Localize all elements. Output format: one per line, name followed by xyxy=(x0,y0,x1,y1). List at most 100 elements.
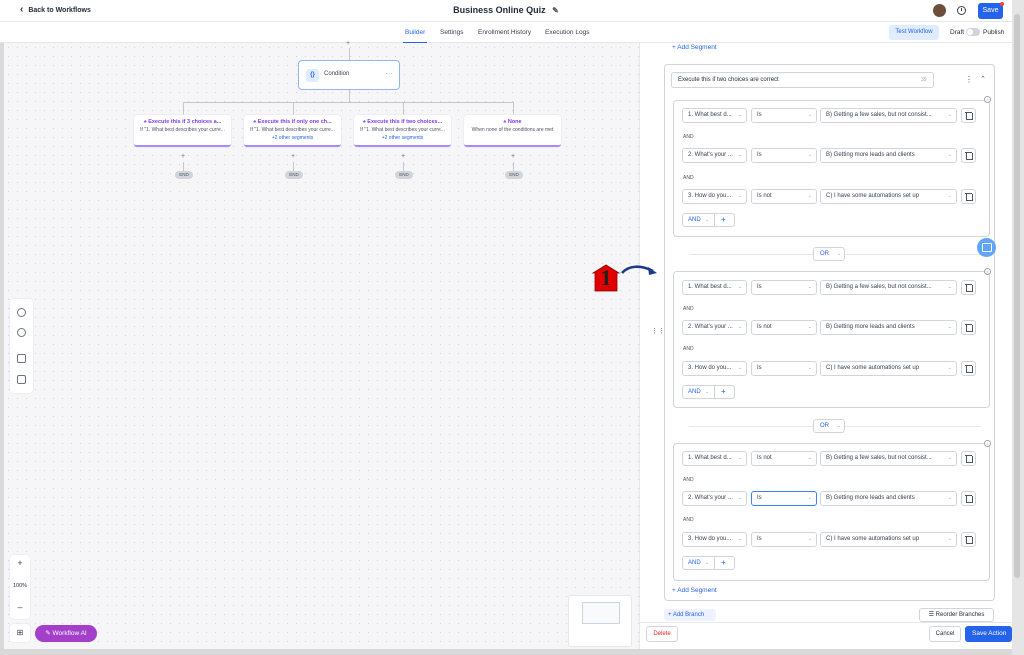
cancel-button[interactable]: Cancel xyxy=(929,626,961,642)
branch-node-title: None xyxy=(507,119,522,125)
add-condition-group[interactable]: AND ⌄ + xyxy=(682,556,735,570)
test-workflow-button[interactable]: Test Workflow xyxy=(889,25,939,40)
operator-select[interactable]: Is ⌄ xyxy=(751,532,817,547)
operator-select[interactable]: Is ⌄ xyxy=(751,148,817,163)
branch-node[interactable]: ♠ None When none of the conditions are m… xyxy=(464,115,561,147)
pencil-icon[interactable]: ✎ xyxy=(552,6,559,15)
add-step-plus-icon[interactable]: + xyxy=(346,40,350,47)
connector-line xyxy=(349,48,350,60)
workflow-title[interactable]: Business Online Quiz ✎ xyxy=(0,5,1012,15)
operator-select[interactable]: Is ⌄ xyxy=(751,491,817,506)
add-condition-group[interactable]: AND ⌄ + xyxy=(682,213,735,227)
branch-node[interactable]: ♠ Execute this if two choices... If "1. … xyxy=(354,115,451,147)
question-select[interactable]: 2. What's your ... ⌄ xyxy=(682,491,747,506)
trash-icon[interactable] xyxy=(961,320,976,335)
add-step-plus-icon[interactable]: + xyxy=(401,153,405,160)
add-branch-button[interactable]: + Add Branch xyxy=(664,609,716,621)
add-step-plus-icon[interactable]: + xyxy=(511,153,515,160)
operator-select[interactable]: Is not ⌄ xyxy=(751,451,817,466)
avatar[interactable] xyxy=(933,4,946,17)
operator-select[interactable]: Is ⌄ xyxy=(751,280,817,295)
remove-segment-icon[interactable]: × xyxy=(984,96,991,103)
end-pill: END xyxy=(505,171,523,179)
answer-select[interactable]: B) Getting a few sales, but not consist.… xyxy=(820,108,957,123)
comment-icon[interactable] xyxy=(17,354,26,363)
check-circle-icon[interactable] xyxy=(17,308,26,317)
and-dropdown-label[interactable]: AND xyxy=(688,560,701,566)
sticky-note-icon[interactable] xyxy=(17,375,26,384)
save-action-button[interactable]: Save Action xyxy=(965,626,1012,642)
trash-icon[interactable] xyxy=(961,532,976,547)
question-select[interactable]: 2. What's your ... ⌄ xyxy=(682,320,747,335)
delete-button[interactable]: Delete xyxy=(646,626,678,642)
add-condition-group[interactable]: AND ⌄ + xyxy=(682,385,735,399)
drag-handle-icon[interactable]: ⋮⋮ xyxy=(651,327,665,335)
fit-view-grid-icon[interactable]: ⊞ xyxy=(10,624,30,642)
workflow-ai-button[interactable]: ✎ Workflow AI xyxy=(35,625,97,642)
trash-icon[interactable] xyxy=(961,148,976,163)
answer-select[interactable]: B) Getting more leads and clients ⌄ xyxy=(820,491,957,506)
answer-select[interactable]: B) Getting a few sales, but not consist.… xyxy=(820,451,957,466)
question-select[interactable]: 1. What best d... ⌄ xyxy=(682,280,747,295)
operator-select[interactable]: Is ⌄ xyxy=(751,361,817,376)
save-button[interactable]: Save xyxy=(978,3,1003,19)
trash-icon[interactable] xyxy=(961,451,976,466)
branch-node[interactable]: ♠ Execute this if only one ch... If "1. … xyxy=(244,115,341,147)
remove-segment-icon[interactable]: × xyxy=(984,268,991,275)
answer-select[interactable]: B) Getting more leads and clients ⌄ xyxy=(820,320,957,335)
add-segment-link[interactable]: + Add Segment xyxy=(672,44,717,51)
branch-node-title: Execute this if two choices... xyxy=(367,119,443,125)
add-condition-plus-icon[interactable]: + xyxy=(721,387,726,396)
scrollbar-thumb[interactable] xyxy=(1014,14,1020,578)
history-clock-icon[interactable] xyxy=(957,6,966,15)
answer-select[interactable]: C) I have some automations set up ⌄ xyxy=(820,532,957,547)
minimap[interactable] xyxy=(568,595,632,647)
node-menu-dots-icon[interactable]: ··· xyxy=(385,69,393,78)
trash-icon[interactable] xyxy=(961,280,976,295)
kebab-menu-icon[interactable]: ⋮ xyxy=(965,75,973,84)
zoom-in-button[interactable]: + xyxy=(10,558,30,568)
and-dropdown-label[interactable]: AND xyxy=(688,389,701,395)
reorder-branches-button[interactable]: ☰ Reorder Branches xyxy=(919,608,994,622)
answer-select[interactable]: C) I have some automations set up ⌄ xyxy=(820,361,957,376)
tab-builder[interactable]: Builder xyxy=(402,29,428,44)
answer-select[interactable]: B) Getting more leads and clients ⌄ xyxy=(820,148,957,163)
and-dropdown-label[interactable]: AND xyxy=(688,217,701,223)
tab-execution-logs[interactable]: Execution Logs xyxy=(545,29,589,36)
add-condition-plus-icon[interactable]: + xyxy=(721,558,726,567)
or-connector-select[interactable]: OR ⌄ xyxy=(813,247,845,261)
operator-select[interactable]: Is ⌄ xyxy=(751,108,817,123)
trash-icon[interactable] xyxy=(961,361,976,376)
add-step-plus-icon[interactable]: + xyxy=(291,153,295,160)
question-select[interactable]: 3. How do you... ⌄ xyxy=(682,361,747,376)
trash-icon[interactable] xyxy=(961,491,976,506)
add-condition-plus-icon[interactable]: + xyxy=(721,215,726,224)
question-select[interactable]: 1. What best d... ⌄ xyxy=(682,451,747,466)
tab-enrollment-history[interactable]: Enrollment History xyxy=(478,29,531,36)
answer-select[interactable]: B) Getting a few sales, but not consist.… xyxy=(820,280,957,295)
add-step-plus-icon[interactable]: + xyxy=(181,153,185,160)
or-connector-select[interactable]: OR ⌄ xyxy=(813,419,845,433)
remove-segment-icon[interactable]: × xyxy=(984,440,991,447)
publish-toggle[interactable] xyxy=(966,28,980,36)
operator-select[interactable]: Is not ⌄ xyxy=(751,320,817,335)
chat-support-icon[interactable] xyxy=(977,238,996,257)
branch-name-input[interactable]: Execute this if two choices are correct xyxy=(671,72,934,88)
branch-node[interactable]: ♠ Execute this if 3 choices a... If "1. … xyxy=(134,115,231,147)
question-select[interactable]: 3. How do you... ⌄ xyxy=(682,532,747,547)
question-select[interactable]: 2. What's your ... ⌄ xyxy=(682,148,747,163)
operator-select[interactable]: Is not ⌄ xyxy=(751,189,817,204)
clock-icon[interactable] xyxy=(17,328,26,337)
condition-node[interactable]: {} Condition ··· xyxy=(298,60,400,90)
question-select[interactable]: 3. How do you... ⌄ xyxy=(682,189,747,204)
answer-select[interactable]: C) I have some automations set up ⌄ xyxy=(820,189,957,204)
zoom-out-button[interactable]: – xyxy=(10,602,30,612)
add-segment-link[interactable]: + Add Segment xyxy=(672,587,717,594)
trash-icon[interactable] xyxy=(961,108,976,123)
question-select[interactable]: 1. What best d... ⌄ xyxy=(682,108,747,123)
trash-icon[interactable] xyxy=(961,189,976,204)
branch-node-title: Execute this if only one ch... xyxy=(257,119,332,125)
magic-wand-icon: ✎ xyxy=(45,630,53,637)
tab-settings[interactable]: Settings xyxy=(440,29,464,36)
chevron-up-icon[interactable]: ⌃ xyxy=(980,75,986,83)
